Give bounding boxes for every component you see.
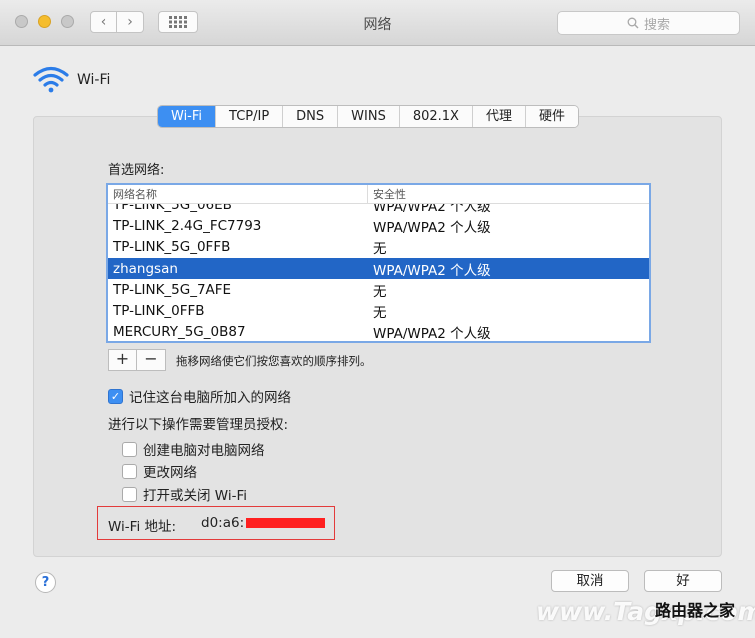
table-row[interactable]: TP-LINK_5G_06EB WPA/WPA2 个人级 xyxy=(108,204,649,215)
create-computer-network-label: 创建电脑对电脑网络 xyxy=(143,443,265,459)
watermark-brand: 路由器之家 xyxy=(655,601,736,620)
add-network-button[interactable]: + xyxy=(108,349,137,371)
tab-dns[interactable]: DNS xyxy=(282,106,338,127)
interface-name: Wi-Fi xyxy=(77,71,111,88)
network-security: 无 xyxy=(373,241,387,258)
network-security: WPA/WPA2 个人级 xyxy=(373,262,491,279)
toggle-wifi-label: 打开或关闭 Wi-Fi xyxy=(143,488,247,504)
checkbox-box xyxy=(122,441,137,457)
checkbox-box xyxy=(122,486,137,502)
checkbox-box xyxy=(122,463,137,479)
checkmark-icon: ✓ xyxy=(108,388,123,404)
titlebar: ‹ › 网络 搜索 xyxy=(0,0,755,46)
redaction-bar xyxy=(246,518,325,528)
search-input[interactable]: 搜索 xyxy=(557,11,740,35)
network-name: MERCURY_5G_0B87 xyxy=(113,324,246,341)
reorder-hint: 拖移网络使它们按您喜欢的顺序排列。 xyxy=(176,354,372,368)
table-row[interactable]: MERCURY_5G_0B87 WPA/WPA2 个人级 xyxy=(108,322,649,341)
table-row-selected[interactable]: zhangsan WPA/WPA2 个人级 xyxy=(108,257,649,280)
ok-button[interactable]: 好 xyxy=(644,570,722,592)
interface-header: Wi-Fi xyxy=(33,66,110,93)
preferred-networks-table[interactable]: 网络名称 安全性 TP-LINK_5G_06EB WPA/WPA2 个人级 TP… xyxy=(106,183,651,343)
network-security: 无 xyxy=(373,283,387,300)
remove-network-button[interactable]: − xyxy=(137,349,166,371)
network-security: WPA/WPA2 个人级 xyxy=(373,326,491,341)
wifi-address-value: d0:a6: xyxy=(201,515,245,531)
tab-hardware[interactable]: 硬件 xyxy=(524,106,578,127)
wifi-icon xyxy=(33,66,69,93)
add-remove-controls: + − xyxy=(108,349,166,371)
tab-tcpip[interactable]: TCP/IP xyxy=(215,106,283,127)
remember-networks-label: 记住这台电脑所加入的网络 xyxy=(129,390,291,406)
tab-wifi[interactable]: Wi-Fi xyxy=(158,106,216,127)
search-placeholder: 搜索 xyxy=(643,17,670,33)
tab-8021x[interactable]: 802.1X xyxy=(398,106,472,127)
tab-proxy[interactable]: 代理 xyxy=(471,106,525,127)
network-security: WPA/WPA2 个人级 xyxy=(373,219,491,236)
column-header-name[interactable]: 网络名称 xyxy=(108,185,368,203)
table-row[interactable]: TP-LINK_5G_0FFB 无 xyxy=(108,237,649,258)
table-header: 网络名称 安全性 xyxy=(108,185,649,204)
table-row[interactable]: TP-LINK_2.4G_FC7793 WPA/WPA2 个人级 xyxy=(108,215,649,236)
toggle-wifi-checkbox[interactable]: 打开或关闭 Wi-Fi xyxy=(122,484,247,504)
table-body: TP-LINK_5G_06EB WPA/WPA2 个人级 TP-LINK_2.4… xyxy=(108,204,649,341)
change-networks-checkbox[interactable]: 更改网络 xyxy=(122,461,197,481)
network-name: TP-LINK_2.4G_FC7793 xyxy=(113,217,262,234)
admin-auth-label: 进行以下操作需要管理员授权: xyxy=(108,417,289,433)
create-computer-network-checkbox[interactable]: 创建电脑对电脑网络 xyxy=(122,439,265,459)
remember-networks-checkbox[interactable]: ✓ 记住这台电脑所加入的网络 xyxy=(108,386,291,406)
network-name: TP-LINK_0FFB xyxy=(113,303,205,320)
network-preferences-window: ‹ › 网络 搜索 Wi-Fi Wi-Fi TCP/IP DNS WINS 80… xyxy=(0,0,755,638)
change-networks-label: 更改网络 xyxy=(143,465,197,481)
column-header-security[interactable]: 安全性 xyxy=(368,185,649,203)
table-row[interactable]: TP-LINK_0FFB 无 xyxy=(108,300,649,321)
preferred-networks-label: 首选网络: xyxy=(108,163,165,178)
search-icon xyxy=(627,17,639,29)
wifi-address-label: Wi-Fi 地址: xyxy=(108,519,177,535)
network-name: TP-LINK_5G_0FFB xyxy=(113,239,231,256)
tab-bar: Wi-Fi TCP/IP DNS WINS 802.1X 代理 硬件 xyxy=(157,105,579,128)
tab-wins[interactable]: WINS xyxy=(337,106,399,127)
network-name: TP-LINK_5G_06EB xyxy=(113,204,232,213)
network-security: 无 xyxy=(373,305,387,322)
network-security: WPA/WPA2 个人级 xyxy=(373,204,491,215)
table-row[interactable]: TP-LINK_5G_7AFE 无 xyxy=(108,279,649,300)
network-name: zhangsan xyxy=(113,260,178,277)
network-name: TP-LINK_5G_7AFE xyxy=(113,281,232,298)
help-button[interactable]: ? xyxy=(35,572,56,593)
cancel-button[interactable]: 取消 xyxy=(551,570,629,592)
